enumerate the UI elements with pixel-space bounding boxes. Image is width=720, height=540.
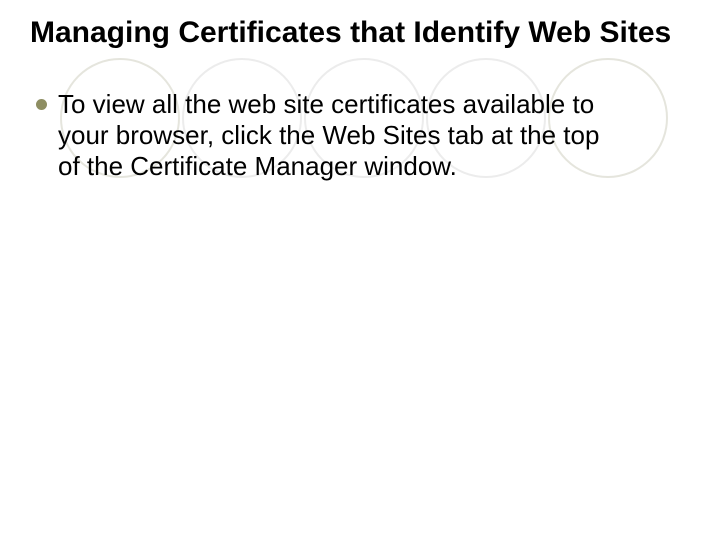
list-item: To view all the web site certificates av… [58,89,618,183]
slide-title: Managing Certificates that Identify Web … [30,16,690,51]
bullet-text: To view all the web site certificates av… [58,89,599,181]
slide-content: Managing Certificates that Identify Web … [0,0,720,182]
bullet-icon [36,99,47,110]
bullet-list: To view all the web site certificates av… [30,89,690,183]
